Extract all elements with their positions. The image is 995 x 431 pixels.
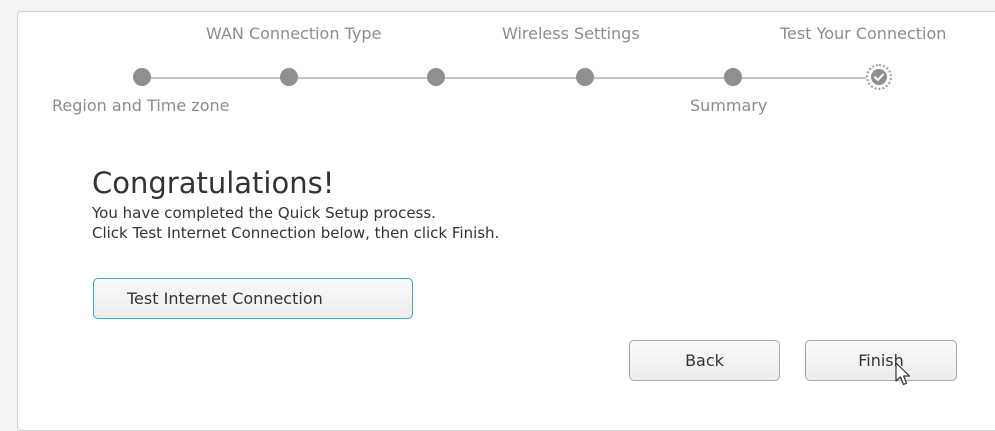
step-label-region-and-time-zone: Region and Time zone <box>52 96 230 115</box>
completion-message: You have completed the Quick Setup proce… <box>92 204 436 222</box>
step-dot-region <box>133 68 151 86</box>
progress-line <box>142 77 882 79</box>
step-label-wireless-settings: Wireless Settings <box>502 24 640 43</box>
step-label-wan-connection-type: WAN Connection Type <box>206 24 382 43</box>
step-label-test-your-connection: Test Your Connection <box>780 24 947 43</box>
mouse-cursor-icon <box>895 362 911 386</box>
step-label-summary: Summary <box>690 96 768 115</box>
back-button[interactable]: Back <box>629 340 780 381</box>
step-dot-wan <box>280 68 298 86</box>
step-dot-test-connection <box>866 64 892 90</box>
step-dot-summary <box>724 68 742 86</box>
page-title: Congratulations! <box>92 166 335 200</box>
check-icon <box>874 73 884 81</box>
test-internet-connection-button[interactable]: Test Internet Connection <box>93 278 413 319</box>
step-dot-extra <box>427 68 445 86</box>
instruction-message: Click Test Internet Connection below, th… <box>92 224 500 242</box>
finish-button[interactable]: Finish <box>805 340 957 381</box>
step-dot-wireless <box>576 68 594 86</box>
